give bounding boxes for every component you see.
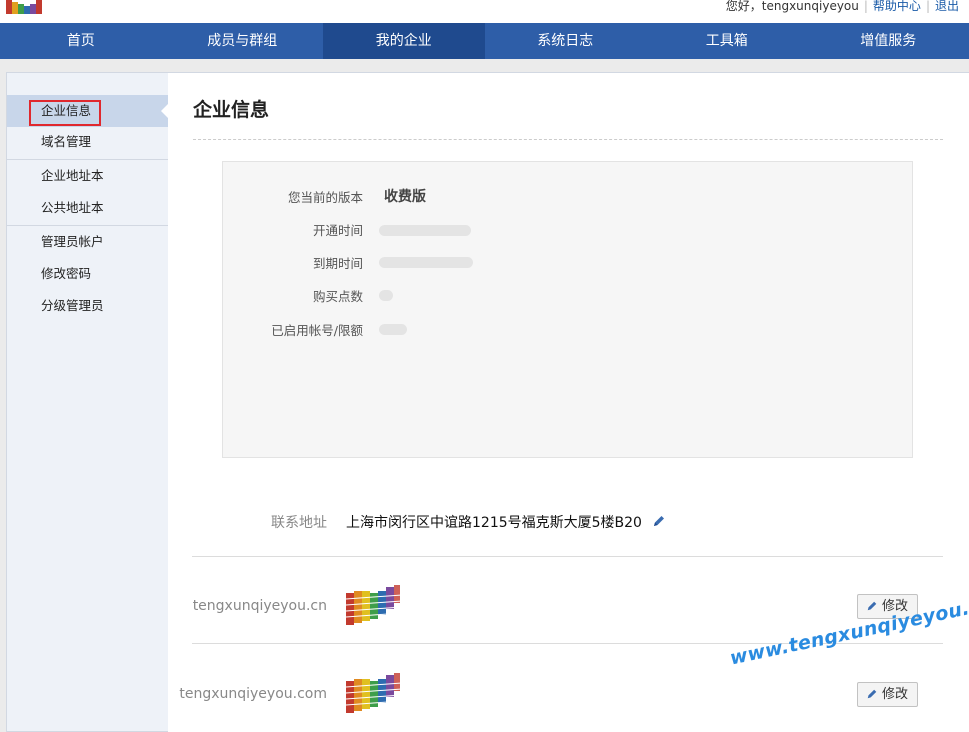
- edit-button-label: 修改: [882, 687, 909, 702]
- version-label: 您当前的版本: [287, 190, 363, 205]
- points-value-redacted: [379, 290, 393, 301]
- user-bar: 您好，tengxunqiyeyou | 帮助中心 | 退出: [725, 0, 959, 13]
- logout-link[interactable]: 退出: [935, 0, 959, 13]
- company-logo-icon: [346, 585, 402, 625]
- pencil-icon: [867, 601, 877, 611]
- nav-item-my-enterprise[interactable]: 我的企业: [323, 23, 485, 59]
- top-bar: 您好，tengxunqiyeyou | 帮助中心 | 退出: [0, 0, 969, 23]
- nav-item-value-added[interactable]: 增值服务: [808, 23, 969, 59]
- expire-time-value-redacted: [379, 257, 473, 268]
- accounts-value-redacted: [379, 324, 407, 335]
- page-title: 企业信息: [193, 99, 270, 121]
- sidebar: 企业信息 域名管理 企业地址本 公共地址本 管理员帐户 修改密码 分级管理员: [6, 72, 169, 732]
- greeting-text: 您好，tengxunqiyeyou: [725, 0, 859, 13]
- sidebar-item-enterprise-address-book[interactable]: 企业地址本: [7, 160, 168, 192]
- sidebar-item-admin-account[interactable]: 管理员帐户: [7, 226, 168, 258]
- pencil-icon: [867, 689, 877, 699]
- sidebar-item-tiered-admin[interactable]: 分级管理员: [7, 290, 168, 322]
- nav-item-home[interactable]: 首页: [0, 23, 162, 59]
- nav-item-toolbox[interactable]: 工具箱: [646, 23, 808, 59]
- accounts-label: 已启用帐号/限额: [271, 323, 363, 338]
- domain-name: tengxunqiyeyou.com: [179, 686, 327, 702]
- nav-item-members-groups[interactable]: 成员与群组: [162, 23, 324, 59]
- company-logo-icon: [6, 0, 42, 14]
- version-value: 收费版: [384, 189, 426, 205]
- expire-time-label: 到期时间: [312, 256, 363, 271]
- points-label: 购买点数: [312, 289, 363, 304]
- sidebar-item-domain-management[interactable]: 域名管理: [7, 126, 168, 158]
- open-time-value-redacted: [379, 225, 471, 236]
- title-divider: [193, 139, 943, 140]
- edit-domain-button[interactable]: 修改: [857, 682, 918, 707]
- domain-name: tengxunqiyeyou.cn: [192, 598, 327, 614]
- help-center-link[interactable]: 帮助中心: [873, 0, 921, 13]
- company-logo-icon: [346, 673, 402, 713]
- info-panel: 您当前的版本 收费版 开通时间 到期时间 购买点数 已启用帐号/限额: [222, 161, 913, 458]
- address-label: 联系地址: [271, 515, 327, 531]
- sidebar-item-public-address-book[interactable]: 公共地址本: [7, 192, 168, 224]
- pencil-icon[interactable]: [652, 514, 666, 528]
- open-time-label: 开通时间: [312, 223, 363, 238]
- address-value: 上海市闵行区中谊路1215号福克斯大厦5楼B20: [346, 515, 642, 531]
- divider: [192, 556, 943, 557]
- sidebar-item-change-password[interactable]: 修改密码: [7, 258, 168, 290]
- highlight-box: [29, 100, 101, 126]
- main-nav: 首页 成员与群组 我的企业 系统日志 工具箱 增值服务: [0, 23, 969, 59]
- nav-item-system-log[interactable]: 系统日志: [485, 23, 647, 59]
